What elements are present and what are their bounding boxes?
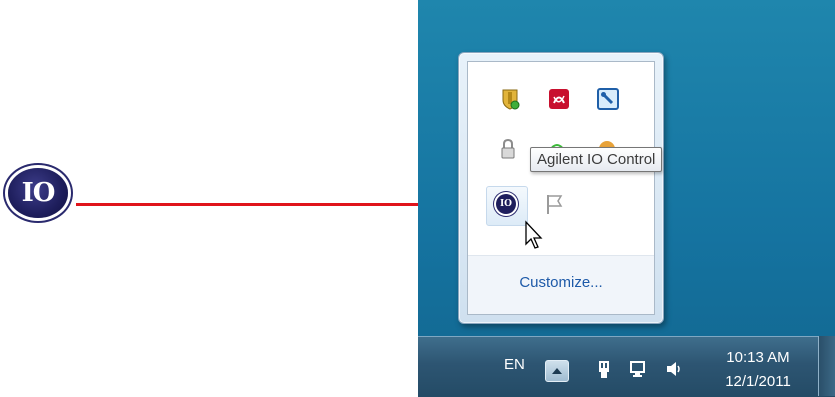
security-shield-icon[interactable] — [499, 88, 521, 110]
tool-settings-icon[interactable] — [597, 88, 619, 110]
show-desktop-button[interactable] — [818, 336, 835, 396]
io-small-icon-text: IO — [496, 194, 516, 214]
action-center-flag-icon[interactable] — [544, 193, 566, 215]
language-indicator[interactable]: EN — [504, 356, 525, 373]
adobe-reader-icon[interactable] — [548, 88, 570, 110]
power-plug-icon[interactable] — [594, 358, 614, 380]
chevron-up-icon — [552, 368, 562, 374]
clock-time: 10:13 AM — [726, 349, 790, 366]
network-monitor-icon[interactable] — [629, 358, 649, 380]
callout-arrow-line — [76, 203, 470, 206]
agilent-io-large-icon: IO — [8, 168, 68, 218]
mouse-cursor-icon — [524, 220, 544, 254]
volume-speaker-icon[interactable] — [664, 358, 684, 380]
popup-footer: Customize... — [468, 255, 654, 314]
show-hidden-icons-button[interactable] — [545, 360, 569, 382]
agilent-io-tray-icon[interactable]: IO — [495, 193, 517, 215]
io-icon-text: IO — [21, 178, 56, 208]
system-clock[interactable]: 10:13 AM 12/1/2011 — [714, 346, 802, 394]
lock-icon[interactable] — [497, 138, 519, 160]
tooltip: Agilent IO Control — [530, 147, 663, 172]
customize-link[interactable]: Customize... — [468, 274, 654, 291]
clock-date: 12/1/2011 — [725, 373, 791, 390]
